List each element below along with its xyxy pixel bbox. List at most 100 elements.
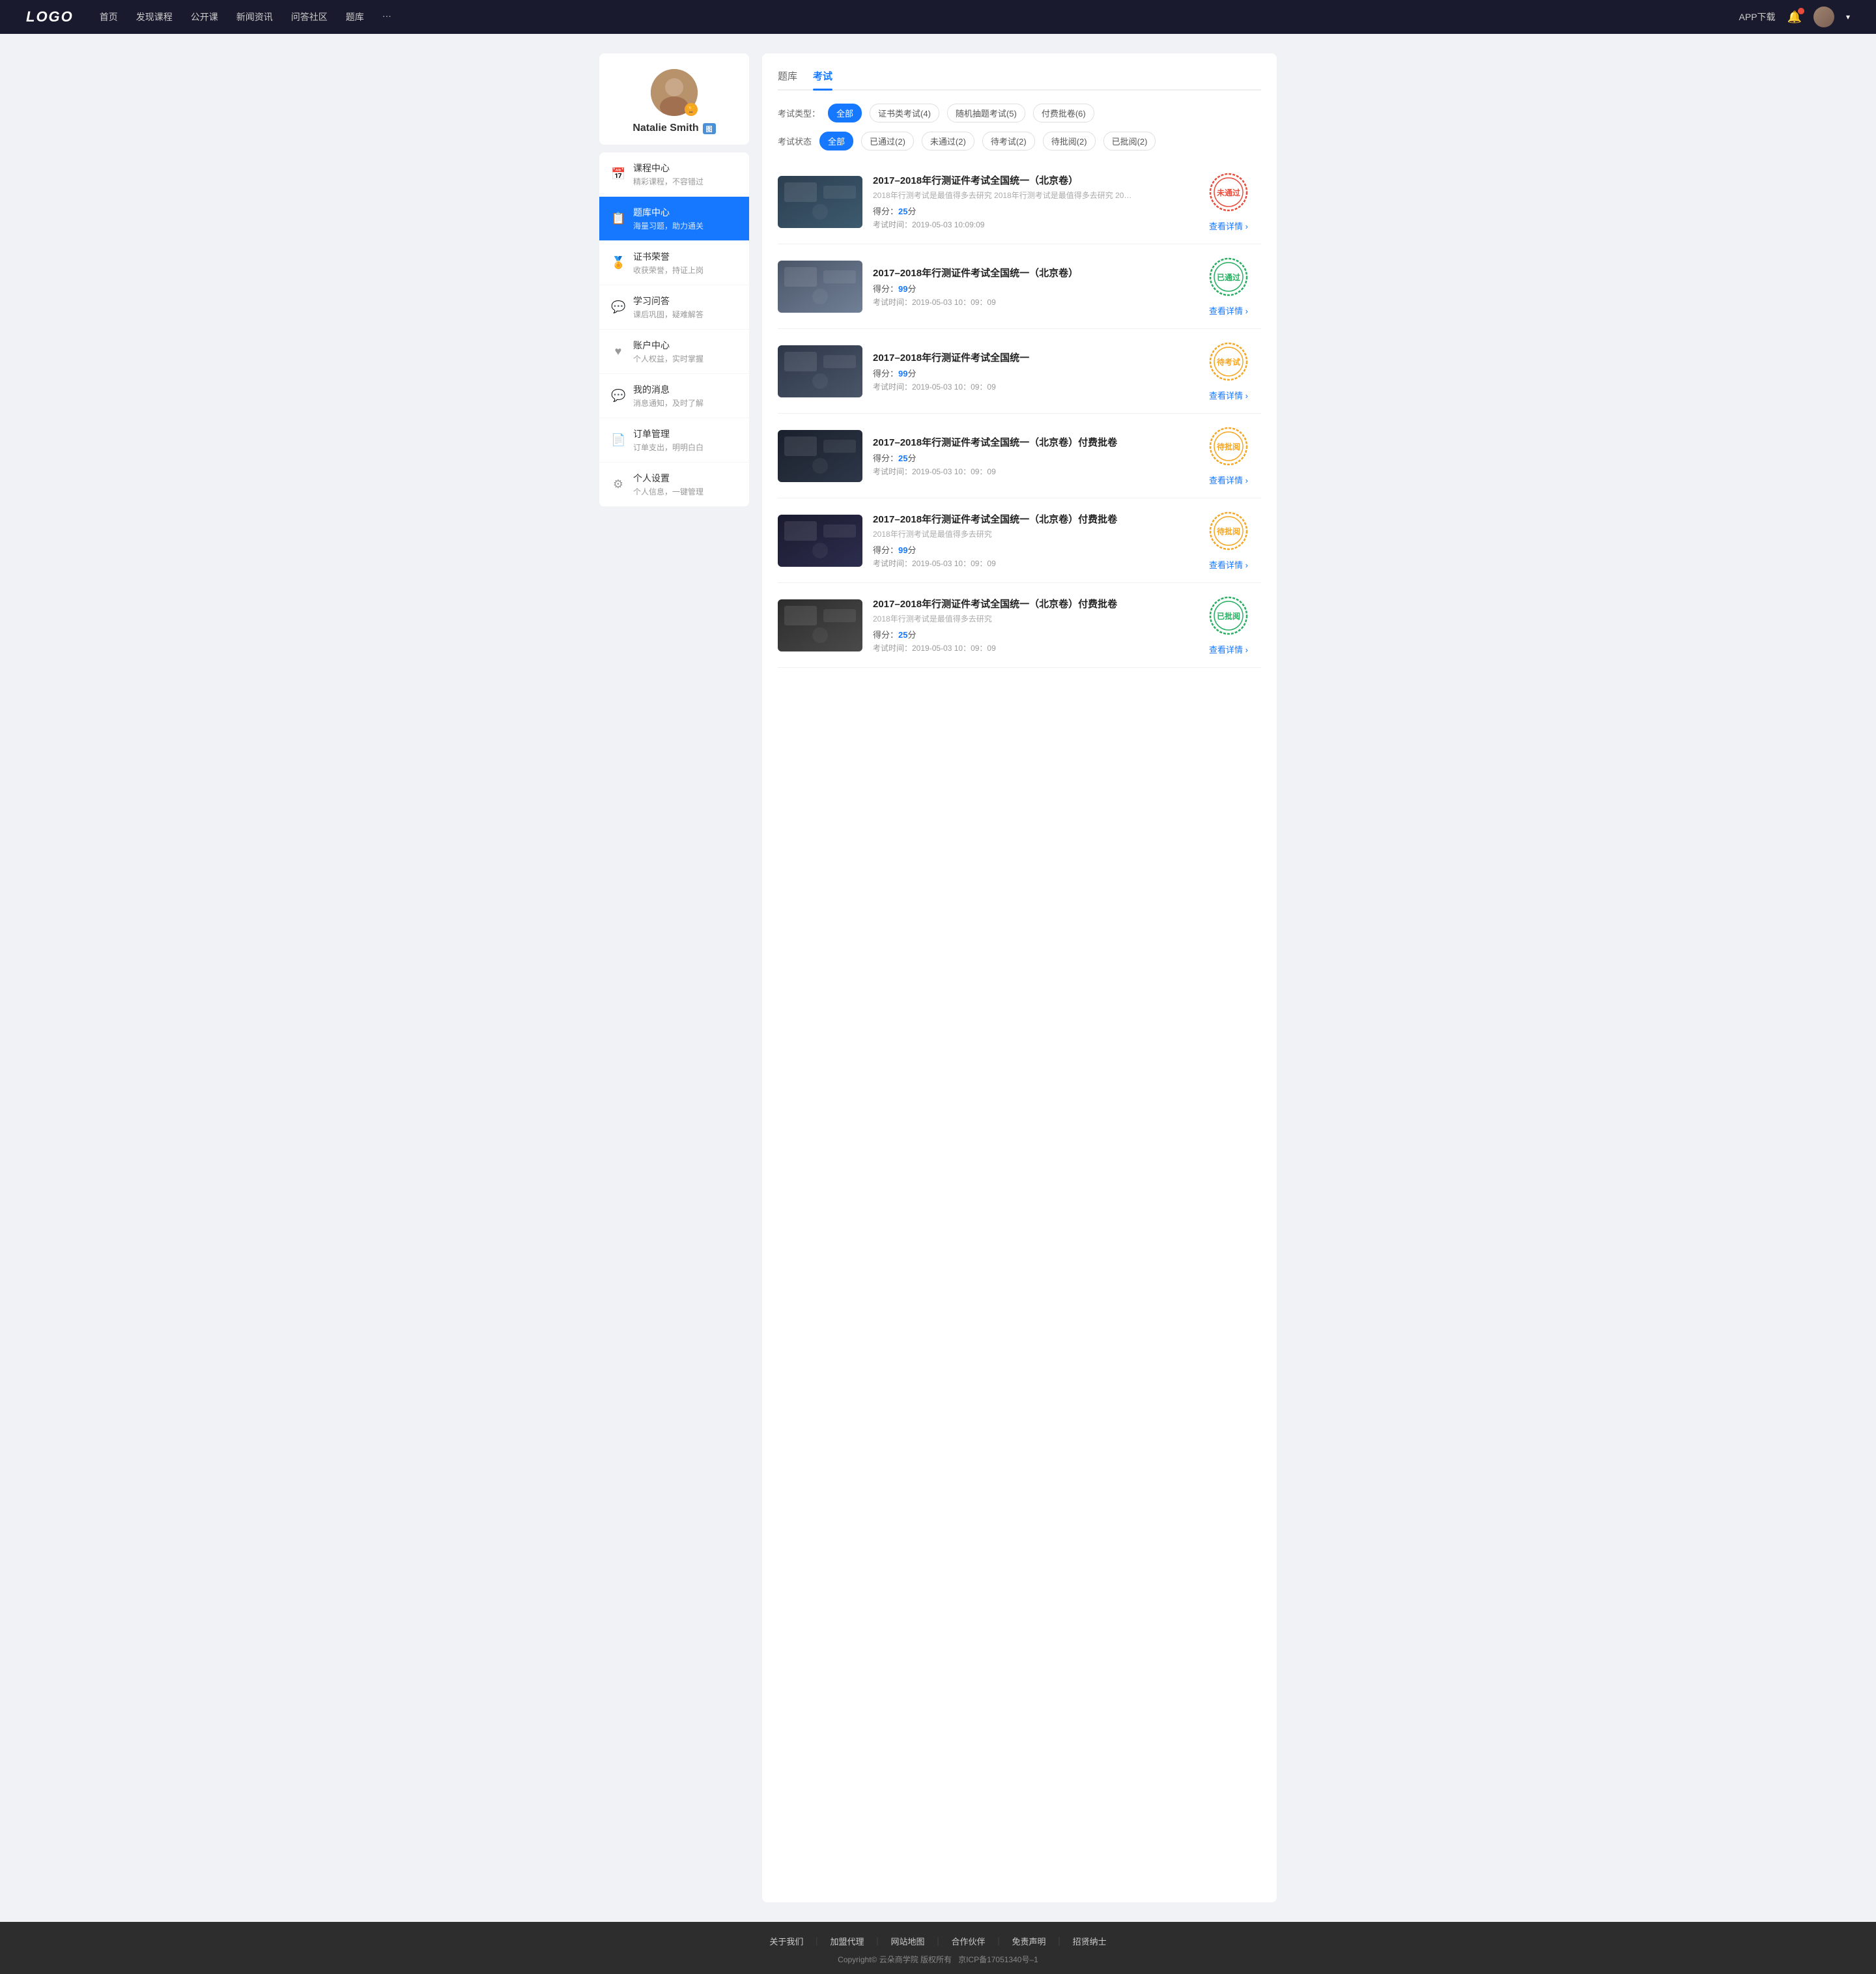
filter-reviewed-status[interactable]: 已批阅(2) xyxy=(1103,132,1156,150)
sidebar-item-questionbank[interactable]: 📋 题库中心 海量习题，助力通关 xyxy=(599,197,749,241)
exam-item: 2017–2018年行测证件考试全国统一 得分：99分 考试时间：2019-05… xyxy=(778,329,1261,414)
filter-certificate-type[interactable]: 证书类考试(4) xyxy=(870,104,939,122)
nav-home[interactable]: 首页 xyxy=(100,10,118,23)
exam-detail-link[interactable]: 查看详情 › xyxy=(1209,220,1248,232)
exam-status-stamp: 未通过 xyxy=(1208,171,1249,213)
heart-icon: ♥ xyxy=(611,345,625,358)
exam-thumbnail xyxy=(778,176,862,228)
footer-link-about[interactable]: 关于我们 xyxy=(760,1935,812,1947)
exam-type-label: 考试类型： xyxy=(778,107,820,119)
sidebar-item-qa[interactable]: 💬 学习问答 课后巩固，疑难解答 xyxy=(599,285,749,330)
filter-failed-status[interactable]: 未通过(2) xyxy=(922,132,974,150)
nav-more[interactable]: ··· xyxy=(382,10,391,23)
exam-score-value: 99 xyxy=(898,369,907,379)
footer-link-recruit[interactable]: 招贤纳士 xyxy=(1064,1935,1116,1947)
exam-info: 2017–2018年行测证件考试全国统一（北京卷） 得分：99分 考试时间：20… xyxy=(873,266,1186,308)
footer-link-sitemap[interactable]: 网站地图 xyxy=(881,1935,933,1947)
exam-score: 得分：99分 xyxy=(873,543,1186,556)
notification-bell[interactable]: 🔔 xyxy=(1787,10,1802,24)
exam-detail-link[interactable]: 查看详情 › xyxy=(1209,643,1248,655)
navbar: LOGO 首页 发现课程 公开课 新闻资讯 问答社区 题库 ··· APP下载 … xyxy=(0,0,1876,34)
exam-thumbnail xyxy=(778,515,862,567)
svg-text:已批阅: 已批阅 xyxy=(1217,611,1240,621)
nav-qa[interactable]: 问答社区 xyxy=(291,10,328,23)
sidebar-item-messages[interactable]: 💬 我的消息 消息通知，及时了解 xyxy=(599,374,749,418)
exam-title: 2017–2018年行测证件考试全国统一（北京卷） xyxy=(873,173,1186,187)
content-tabs: 题库 考试 xyxy=(778,69,1261,91)
sidebar-item-certificates[interactable]: 🏅 证书荣誉 收获荣誉，持证上岗 xyxy=(599,241,749,285)
sidebar-menu: 📅 课程中心 精彩课程，不容错过 📋 题库中心 海量习题，助力通关 🏅 证书荣誉… xyxy=(599,152,749,507)
chat-icon: 💬 xyxy=(611,300,625,314)
sidebar-text-settings: 个人设置 个人信息，一键管理 xyxy=(633,472,737,497)
avatar[interactable] xyxy=(1813,7,1834,27)
sidebar-text-questionbank: 题库中心 海量习题，助力通关 xyxy=(633,206,737,231)
exam-info: 2017–2018年行测证件考试全国统一（北京卷）付费批卷 2018年行测考试是… xyxy=(873,512,1186,569)
nav-open[interactable]: 公开课 xyxy=(191,10,218,23)
filter-random-type[interactable]: 随机抽题考试(5) xyxy=(947,104,1025,122)
tab-bank[interactable]: 题库 xyxy=(778,69,797,89)
exam-action: 已通过 查看详情 › xyxy=(1196,256,1261,317)
exam-action: 待批阅 查看详情 › xyxy=(1196,510,1261,571)
filter-paid-type[interactable]: 付费批卷(6) xyxy=(1033,104,1094,122)
exam-time: 考试时间：2019-05-03 10：09：09 xyxy=(873,296,1186,308)
exam-desc: 2018年行测考试是最值得多去研究 2018年行测考试是最值得多去研究 2018… xyxy=(873,190,1133,201)
exam-score-value: 25 xyxy=(898,207,907,216)
exam-detail-link[interactable]: 查看详情 › xyxy=(1209,558,1248,571)
exam-status-stamp: 待批阅 xyxy=(1208,510,1249,552)
nav-questionbank[interactable]: 题库 xyxy=(346,10,364,23)
exam-score: 得分：99分 xyxy=(873,282,1186,294)
exam-score-value: 99 xyxy=(898,284,907,294)
sidebar-item-orders[interactable]: 📄 订单管理 订单支出，明明白白 xyxy=(599,418,749,463)
sidebar-item-courses[interactable]: 📅 课程中心 精彩课程，不容错过 xyxy=(599,152,749,197)
exam-status-stamp: 已通过 xyxy=(1208,256,1249,298)
exam-title: 2017–2018年行测证件考试全国统一（北京卷） xyxy=(873,266,1186,279)
sidebar-item-account[interactable]: ♥ 账户中心 个人权益，实时掌握 xyxy=(599,330,749,374)
message-icon: 💬 xyxy=(611,389,625,403)
exam-title: 2017–2018年行测证件考试全国统一 xyxy=(873,350,1186,364)
nav-right: APP下载 🔔 ▾ xyxy=(1739,7,1850,27)
footer-link-partners[interactable]: 合作伙伴 xyxy=(943,1935,995,1947)
exam-thumbnail xyxy=(778,345,862,397)
exam-detail-link[interactable]: 查看详情 › xyxy=(1209,389,1248,401)
sidebar-text-account: 账户中心 个人权益，实时掌握 xyxy=(633,339,737,364)
exam-item: 2017–2018年行测证件考试全国统一（北京卷）付费批卷 2018年行测考试是… xyxy=(778,498,1261,583)
footer: 关于我们 ｜ 加盟代理 ｜ 网站地图 ｜ 合作伙伴 ｜ 免责声明 ｜ 招贤纳士 … xyxy=(0,1922,1876,1974)
nav-news[interactable]: 新闻资讯 xyxy=(236,10,273,23)
sidebar-text-messages: 我的消息 消息通知，及时了解 xyxy=(633,383,737,408)
chevron-down-icon[interactable]: ▾ xyxy=(1846,12,1850,21)
profile-name: Natalie Smith 图 xyxy=(610,122,739,134)
filter-all-type[interactable]: 全部 xyxy=(828,104,862,122)
exam-score: 得分：25分 xyxy=(873,451,1186,464)
gear-icon: ⚙ xyxy=(611,478,625,491)
content-area: 题库 考试 考试类型： 全部 证书类考试(4) 随机抽题考试(5) 付费批卷(6… xyxy=(762,53,1277,1902)
sidebar: 🏆 Natalie Smith 图 📅 课程中心 精彩课程，不容错过 📋 题库中… xyxy=(599,53,749,1902)
filter-reviewing-status[interactable]: 待批阅(2) xyxy=(1043,132,1096,150)
footer-link-disclaimer[interactable]: 免责声明 xyxy=(1003,1935,1055,1947)
exam-status-stamp: 待批阅 xyxy=(1208,425,1249,467)
exam-status-label: 考试状态 xyxy=(778,135,812,147)
footer-links: 关于我们 ｜ 加盟代理 ｜ 网站地图 ｜ 合作伙伴 ｜ 免责声明 ｜ 招贤纳士 xyxy=(0,1935,1876,1947)
svg-text:待批阅: 待批阅 xyxy=(1217,526,1240,536)
app-download[interactable]: APP下载 xyxy=(1739,10,1776,23)
profile-tag: 图 xyxy=(703,123,716,134)
exam-action: 待批阅 查看详情 › xyxy=(1196,425,1261,486)
filter-all-status[interactable]: 全部 xyxy=(819,132,853,150)
footer-link-franchise[interactable]: 加盟代理 xyxy=(821,1935,873,1947)
sidebar-item-settings[interactable]: ⚙ 个人设置 个人信息，一键管理 xyxy=(599,463,749,507)
notification-badge xyxy=(1798,8,1804,14)
exam-detail-link[interactable]: 查看详情 › xyxy=(1209,304,1248,317)
filter-passed-status[interactable]: 已通过(2) xyxy=(861,132,914,150)
exam-detail-link[interactable]: 查看详情 › xyxy=(1209,474,1248,486)
exam-action: 未通过 查看详情 › xyxy=(1196,171,1261,232)
medal-icon: 🏅 xyxy=(611,256,625,270)
sidebar-text-orders: 订单管理 订单支出，明明白白 xyxy=(633,427,737,453)
tab-exam[interactable]: 考试 xyxy=(813,69,832,89)
exam-desc: 2018年行测考试是最值得多去研究 xyxy=(873,613,1133,624)
svg-text:待考试: 待考试 xyxy=(1217,357,1240,367)
sidebar-text-courses: 课程中心 精彩课程，不容错过 xyxy=(633,162,737,187)
filter-pending-status[interactable]: 待考试(2) xyxy=(982,132,1035,150)
exam-list: 2017–2018年行测证件考试全国统一（北京卷） 2018年行测考试是最值得多… xyxy=(778,160,1261,668)
nav-discover[interactable]: 发现课程 xyxy=(136,10,173,23)
exam-time: 考试时间：2019-05-03 10：09：09 xyxy=(873,558,1186,569)
exam-time: 考试时间：2019-05-03 10:09:09 xyxy=(873,219,1186,230)
